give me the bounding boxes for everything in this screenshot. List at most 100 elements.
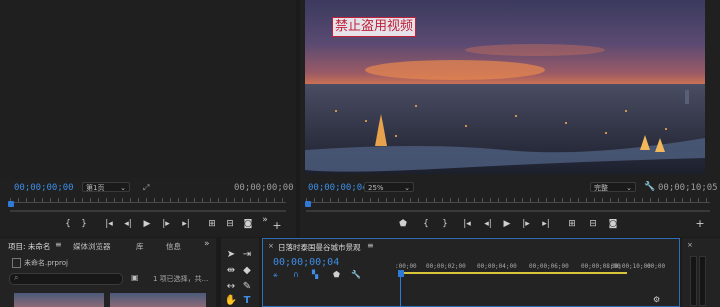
source-scroll-bar[interactable]	[10, 210, 286, 212]
snap-icon[interactable]: ⚹	[273, 270, 278, 280]
ruler-tick	[362, 198, 363, 202]
add-marker-icon[interactable]: ⬟	[333, 270, 340, 279]
play-icon[interactable]: ▶	[501, 219, 513, 229]
program-time-ruler[interactable]	[306, 196, 710, 203]
program-zoom-dropdown[interactable]: 25% ⌄	[364, 182, 414, 192]
step-back-icon[interactable]: ◂|	[482, 219, 494, 229]
step-forward-icon[interactable]: |▸	[160, 219, 172, 229]
ruler-tick	[66, 198, 67, 202]
overwrite-icon[interactable]: ⊟	[224, 219, 236, 229]
wrench-icon[interactable]: 🔧	[644, 182, 655, 192]
marker-icon[interactable]: ⬟	[397, 219, 409, 229]
track-select-tool-icon[interactable]: ⇥	[240, 249, 254, 261]
program-timecode-duration: 00;00;10;05	[658, 183, 718, 193]
ruler-tick	[106, 198, 107, 202]
slip-tool-icon[interactable]: ↔	[224, 281, 238, 293]
timeline-playhead-line	[400, 277, 401, 307]
step-back-icon[interactable]: ◂|	[122, 219, 134, 229]
close-icon[interactable]: ×	[268, 242, 274, 250]
step-forward-icon[interactable]: |▸	[520, 219, 532, 229]
ruler-tick	[234, 198, 235, 202]
more-tabs-icon[interactable]: »	[204, 239, 210, 249]
mark-out-icon[interactable]: }	[78, 219, 90, 229]
camera-icon[interactable]: ◙	[607, 219, 619, 229]
hand-tool-icon[interactable]: ✋	[224, 295, 238, 307]
timeline-ruler[interactable]: :00;00 00;00;02;00 00;00;04;00 00;00;06;…	[395, 263, 671, 277]
ruler-tick	[458, 198, 459, 202]
ruler-tick	[442, 198, 443, 202]
ruler-label: 00;00	[647, 263, 666, 270]
sequence-menu-icon[interactable]: ≡	[367, 241, 374, 250]
go-to-out-icon[interactable]: ▸|	[540, 219, 552, 229]
source-viewer-area	[0, 0, 296, 178]
ruler-tick	[434, 198, 435, 202]
ruler-label: :00;00	[395, 263, 417, 270]
tab-info[interactable]: 信息	[166, 241, 181, 252]
project-file-name: 未命名.prproj	[24, 259, 68, 267]
go-to-in-icon[interactable]: |◂	[461, 219, 473, 229]
fit-icon[interactable]: ⤢	[143, 183, 149, 193]
chevron-down-icon: ⌄	[404, 184, 410, 192]
new-bin-icon[interactable]: ▣	[131, 273, 139, 282]
source-time-ruler[interactable]	[10, 196, 286, 203]
close-icon[interactable]: ×	[687, 241, 693, 249]
ruler-tick	[274, 198, 275, 202]
more-icon[interactable]: »	[259, 215, 271, 225]
source-page-dropdown[interactable]: 第1页 ⌄	[82, 182, 130, 192]
program-timecode-current[interactable]: 00;00;00;04	[308, 183, 368, 193]
tab-project[interactable]: 项目: 未命名	[8, 241, 50, 252]
ripple-edit-tool-icon[interactable]: ⇹	[224, 265, 238, 277]
play-icon[interactable]: ▶	[141, 219, 153, 229]
wrench-icon[interactable]: ⚙	[653, 295, 660, 304]
ruler-tick	[90, 198, 91, 202]
program-scroll-bar[interactable]	[306, 210, 710, 212]
export-frame-icon[interactable]: ◙	[242, 219, 254, 229]
ruler-tick	[498, 198, 499, 202]
source-timecode-duration: 00;00;00;00	[234, 183, 294, 193]
project-search-input[interactable]: ⌕	[9, 273, 123, 285]
go-to-out-icon[interactable]: ▸|	[180, 219, 192, 229]
insert-icon[interactable]: ⊞	[206, 219, 218, 229]
add-button-icon[interactable]: +	[694, 218, 706, 229]
ruler-tick	[698, 198, 699, 202]
source-timecode-current[interactable]: 00;00;00;00	[14, 183, 74, 193]
in-out-range-bar[interactable]	[399, 272, 627, 274]
type-tool-icon[interactable]: T	[240, 295, 254, 307]
ruler-tick	[666, 198, 667, 202]
ruler-tick	[138, 198, 139, 202]
razor-tool-icon[interactable]: ◆	[240, 265, 254, 277]
lift-icon[interactable]: ⊞	[566, 219, 578, 229]
ruler-tick	[146, 198, 147, 202]
linked-selection-icon[interactable]: ∩	[293, 270, 299, 279]
ruler-tick	[322, 198, 323, 202]
nest-icon[interactable]: ▚	[312, 270, 318, 279]
ruler-tick	[202, 198, 203, 202]
clip-thumbnail-1[interactable]	[14, 293, 104, 307]
go-to-in-icon[interactable]: |◂	[103, 219, 115, 229]
ruler-tick	[658, 198, 659, 202]
clip-thumbnail-2[interactable]	[110, 293, 206, 307]
pen-tool-icon[interactable]: ✎	[240, 281, 254, 293]
extract-icon[interactable]: ⊟	[587, 219, 599, 229]
sequence-tab[interactable]: 日落时泰国曼谷城市景观	[278, 242, 361, 253]
ruler-tick	[578, 198, 579, 202]
ruler-tick	[338, 198, 339, 202]
add-button-icon[interactable]: +	[271, 220, 283, 231]
ruler-label: 00;00;06;00	[529, 263, 569, 270]
timeline-timecode[interactable]: 00;00;00;04	[273, 257, 339, 268]
program-playhead[interactable]	[305, 201, 311, 207]
ruler-tick	[122, 198, 123, 202]
source-playhead[interactable]	[8, 201, 14, 207]
tab-libraries[interactable]: 库	[136, 241, 144, 252]
timeline-settings-icon[interactable]: 🔧	[351, 270, 361, 279]
program-quality-dropdown[interactable]: 完整 ⌄	[590, 182, 636, 192]
mark-in-icon[interactable]: {	[420, 219, 432, 229]
selection-tool-icon[interactable]: ➤	[224, 249, 238, 261]
timeline-playhead[interactable]	[398, 270, 404, 277]
tab-menu-icon[interactable]: ≡	[55, 240, 62, 249]
mark-out-icon[interactable]: }	[439, 219, 451, 229]
ruler-tick	[282, 198, 283, 202]
ruler-tick	[258, 198, 259, 202]
mark-in-icon[interactable]: {	[62, 219, 74, 229]
tab-media-browser[interactable]: 媒体浏览器	[73, 241, 111, 252]
